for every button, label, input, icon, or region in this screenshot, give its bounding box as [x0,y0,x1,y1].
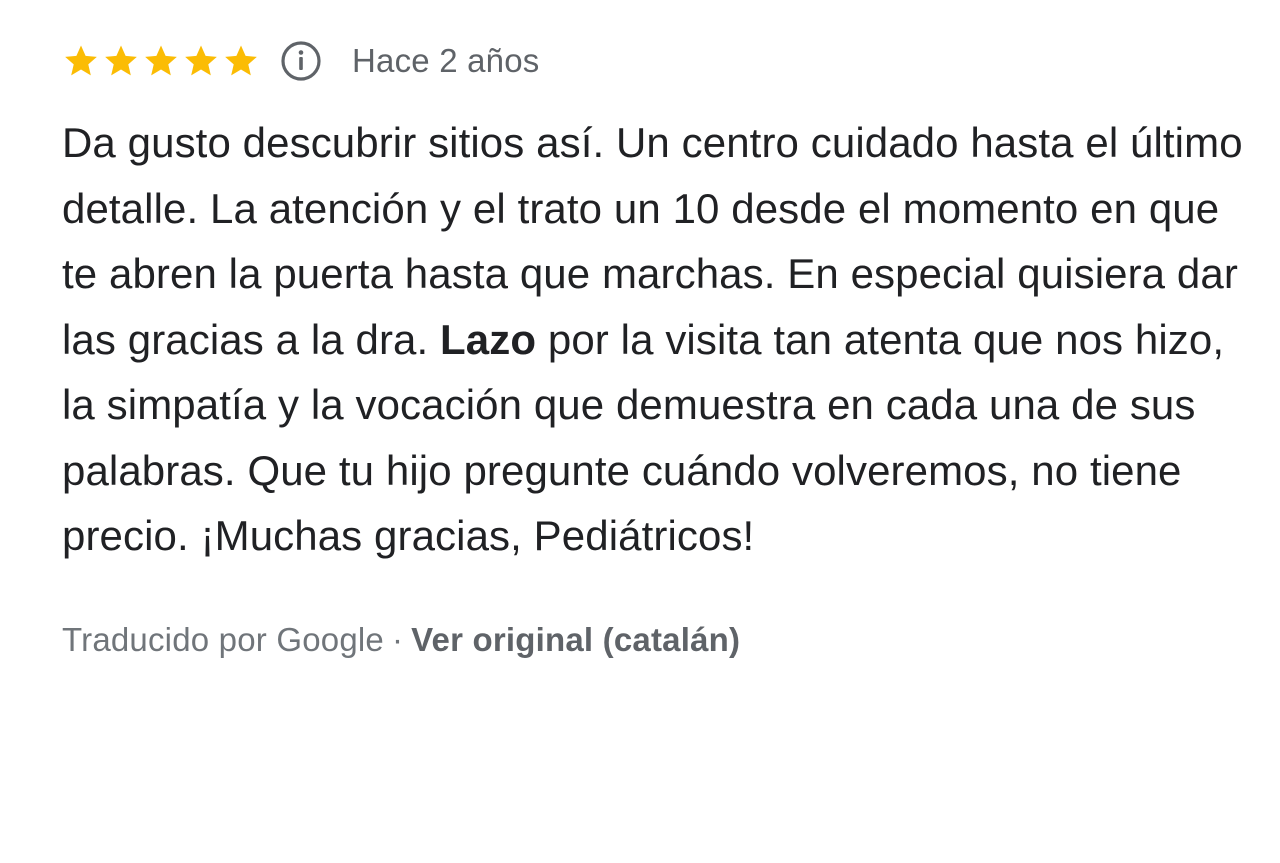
footer-separator: · [391,620,404,658]
review-card: Hace 2 años Da gusto descubrir sitios as… [62,36,1262,659]
translated-by-label: Traducido por Google [62,620,384,658]
review-time-ago: Hace 2 años [352,42,540,79]
view-original-link[interactable]: Ver original (catalán) [411,621,740,658]
star-icon [62,42,100,80]
star-rating [62,42,260,80]
star-icon [142,42,180,80]
review-text: Da gusto descubrir sitios así. Un centro… [62,110,1252,569]
review-highlight: Lazo [440,315,537,363]
star-icon [102,42,140,80]
review-header: Hace 2 años [62,36,1262,86]
info-icon[interactable] [280,40,322,82]
translation-footer: Traducido por Google · Ver original (catal… [62,621,1262,659]
star-icon [182,42,220,80]
star-icon [222,42,260,80]
